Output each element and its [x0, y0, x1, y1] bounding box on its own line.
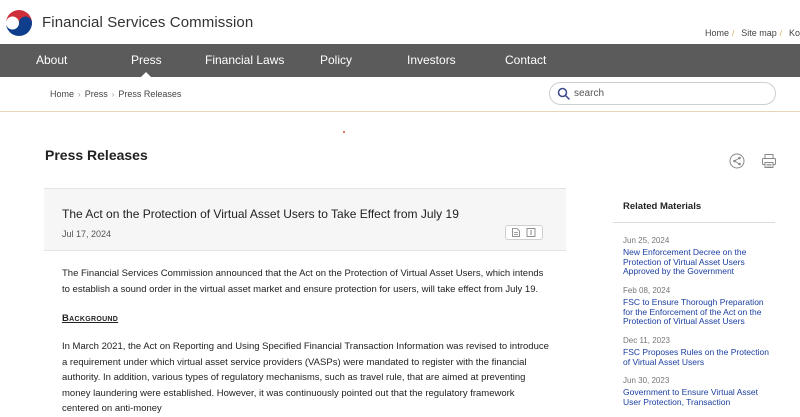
file-icon[interactable]	[511, 228, 521, 237]
related-materials-title: Related Materials	[623, 201, 702, 212]
nav-item-investors[interactable]: Investors	[407, 44, 456, 77]
decorative-dot	[343, 131, 345, 133]
related-item-date: Dec 11, 2023	[623, 336, 670, 345]
nav-item-press[interactable]: Press	[131, 44, 162, 77]
article-title: The Act on the Protection of Virtual Ass…	[62, 207, 459, 221]
article-intro-paragraph: The Financial Services Commission announ…	[62, 268, 544, 295]
sidebar-divider	[613, 222, 775, 223]
search-icon[interactable]	[557, 87, 570, 100]
utility-links: Home / Site map / Ko	[701, 28, 800, 38]
nav-item-financial-laws[interactable]: Financial Laws	[205, 44, 284, 77]
related-item: Feb 08, 2024 FSC to Ensure Thorough Prep…	[623, 286, 773, 327]
search-input[interactable]	[574, 86, 764, 100]
share-icon[interactable]	[729, 153, 745, 169]
util-link-korean[interactable]: Ko	[789, 28, 800, 38]
nav-item-about[interactable]: About	[36, 44, 67, 77]
related-item-link[interactable]: New Enforcement Decree on the Protection…	[623, 247, 773, 277]
site-header: Financial Services Commission Home / Site …	[0, 0, 800, 44]
util-separator: /	[731, 29, 735, 38]
related-item-date: Jun 30, 2023	[623, 376, 670, 385]
breadcrumb-press[interactable]: Press	[85, 89, 108, 99]
breadcrumb-bar: Home › Press › Press Releases	[0, 77, 800, 112]
page-title: Press Releases	[45, 147, 148, 163]
nav-item-policy[interactable]: Policy	[320, 44, 352, 77]
breadcrumb-home[interactable]: Home	[50, 89, 74, 99]
attachment-buttons	[505, 225, 543, 240]
related-item: Dec 11, 2023 FSC Proposes Rules on the P…	[623, 336, 773, 367]
print-icon[interactable]	[761, 153, 777, 169]
site-brand-name[interactable]: Financial Services Commission	[42, 14, 253, 31]
background-heading: Background	[62, 313, 119, 324]
util-separator: /	[779, 29, 782, 38]
util-link-sitemap[interactable]: Site map	[741, 28, 777, 38]
article-date: Jul 17, 2024	[62, 229, 112, 239]
main-nav: About Press Financial Laws Policy Invest…	[0, 44, 800, 77]
related-item: Jun 25, 2024 New Enforcement Decree on t…	[623, 236, 773, 277]
util-link-home[interactable]: Home	[705, 28, 729, 38]
korea-emblem-logo[interactable]	[3, 7, 35, 39]
related-item-link[interactable]: Government to Ensure Virtual Asset User …	[623, 387, 773, 407]
nav-item-contact[interactable]: Contact	[505, 44, 546, 77]
related-item-date: Jun 25, 2024	[623, 236, 670, 245]
background-paragraph: In March 2021, the Act on Reporting and …	[62, 341, 549, 414]
breadcrumb-press-releases[interactable]: Press Releases	[118, 89, 181, 99]
related-item-link[interactable]: FSC Proposes Rules on the Protection of …	[623, 347, 773, 367]
breadcrumb-separator: ›	[78, 90, 81, 99]
search-box[interactable]	[549, 82, 776, 105]
breadcrumb-separator: ›	[111, 90, 115, 99]
breadcrumb: Home › Press › Press Releases	[50, 89, 181, 99]
document-icon[interactable]	[526, 228, 536, 237]
related-item: Jun 30, 2023 Government to Ensure Virtua…	[623, 376, 773, 407]
related-item-link[interactable]: FSC to Ensure Thorough Preparation for t…	[623, 297, 773, 327]
related-item-date: Feb 08, 2024	[623, 286, 671, 295]
article-header: The Act on the Protection of Virtual Ass…	[44, 188, 566, 251]
